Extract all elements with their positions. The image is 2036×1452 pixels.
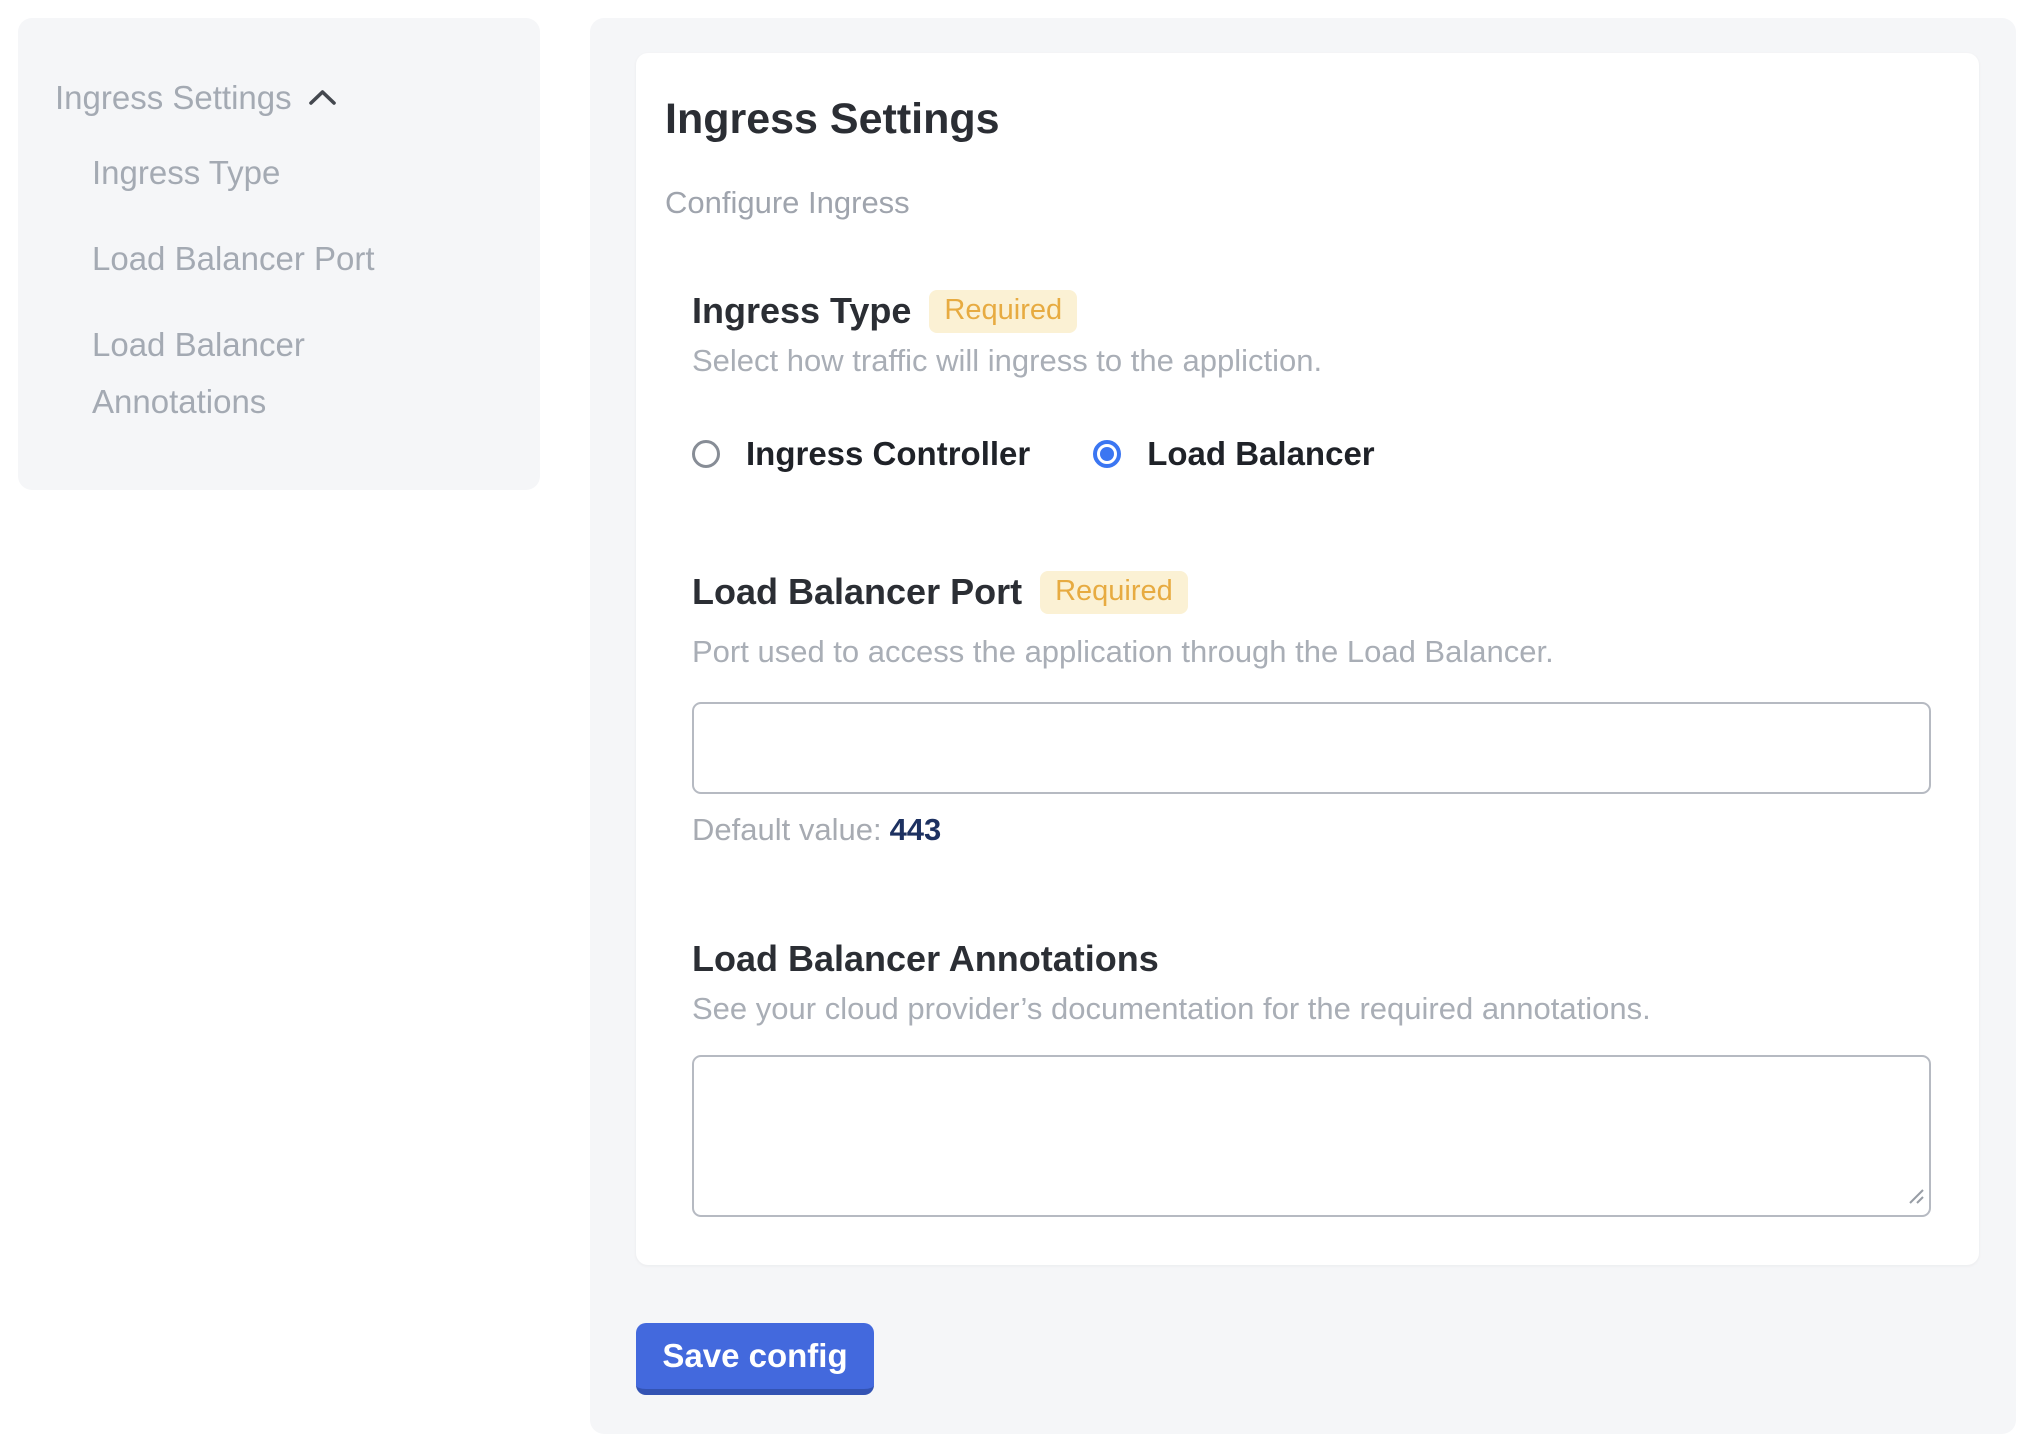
default-value-row: Default value:443 — [692, 810, 1936, 850]
default-value-label: Default value: — [692, 812, 882, 847]
load-balancer-port-input[interactable] — [692, 702, 1931, 794]
config-sections: Ingress Type Required Select how traffic… — [692, 289, 1936, 1217]
section-load-balancer-port: Load Balancer Port Required Port used to… — [692, 570, 1936, 850]
ingress-type-radio-group: Ingress Controller Load Balancer — [692, 437, 1936, 471]
radio-label-ingress-controller: Ingress Controller — [746, 435, 1030, 473]
sidebar-item-list: Ingress Type Load Balancer Port Load Bal… — [92, 144, 422, 430]
sidebar-item-ingress-type[interactable]: Ingress Type — [92, 144, 422, 201]
config-nav-sidebar: Ingress Settings Ingress Type Load Balan… — [18, 18, 540, 490]
required-badge: Required — [1040, 571, 1188, 614]
sidebar-item-load-balancer-annotations[interactable]: Load Balancer Annotations — [92, 316, 422, 430]
config-card: Ingress Settings Configure Ingress Ingre… — [636, 53, 1979, 1265]
config-page: Ingress Settings Ingress Type Load Balan… — [0, 0, 2036, 1452]
radio-option-load-balancer[interactable]: Load Balancer — [1093, 435, 1374, 473]
save-config-button[interactable]: Save config — [636, 1323, 874, 1395]
field-label-ingress-type: Ingress Type — [692, 289, 911, 333]
sidebar-item-load-balancer-port[interactable]: Load Balancer Port — [92, 230, 422, 287]
sidebar-group-label: Ingress Settings — [55, 78, 292, 118]
field-label-load-balancer-annotations: Load Balancer Annotations — [692, 937, 1159, 981]
load-balancer-annotations-textarea[interactable] — [692, 1055, 1931, 1217]
default-value: 443 — [890, 812, 942, 847]
config-panel: Ingress Settings Configure Ingress Ingre… — [590, 18, 2016, 1434]
field-label-load-balancer-port: Load Balancer Port — [692, 570, 1022, 614]
radio-label-load-balancer: Load Balancer — [1147, 435, 1374, 473]
radio-icon-load-balancer[interactable] — [1093, 440, 1121, 468]
radio-option-ingress-controller[interactable]: Ingress Controller — [692, 435, 1030, 473]
field-help-load-balancer-port: Port used to access the application thro… — [692, 632, 1936, 672]
field-help-load-balancer-annotations: See your cloud provider’s documentation … — [692, 989, 1936, 1029]
field-help-ingress-type: Select how traffic will ingress to the a… — [692, 341, 1936, 381]
page-title: Ingress Settings — [665, 93, 1936, 145]
radio-icon-ingress-controller[interactable] — [692, 440, 720, 468]
sidebar-group-ingress-settings[interactable]: Ingress Settings — [55, 78, 337, 118]
section-load-balancer-annotations: Load Balancer Annotations See your cloud… — [692, 937, 1936, 1217]
page-subtitle: Configure Ingress — [665, 183, 1936, 223]
section-ingress-type: Ingress Type Required Select how traffic… — [692, 289, 1936, 471]
required-badge: Required — [929, 290, 1077, 333]
chevron-up-icon — [308, 88, 337, 112]
